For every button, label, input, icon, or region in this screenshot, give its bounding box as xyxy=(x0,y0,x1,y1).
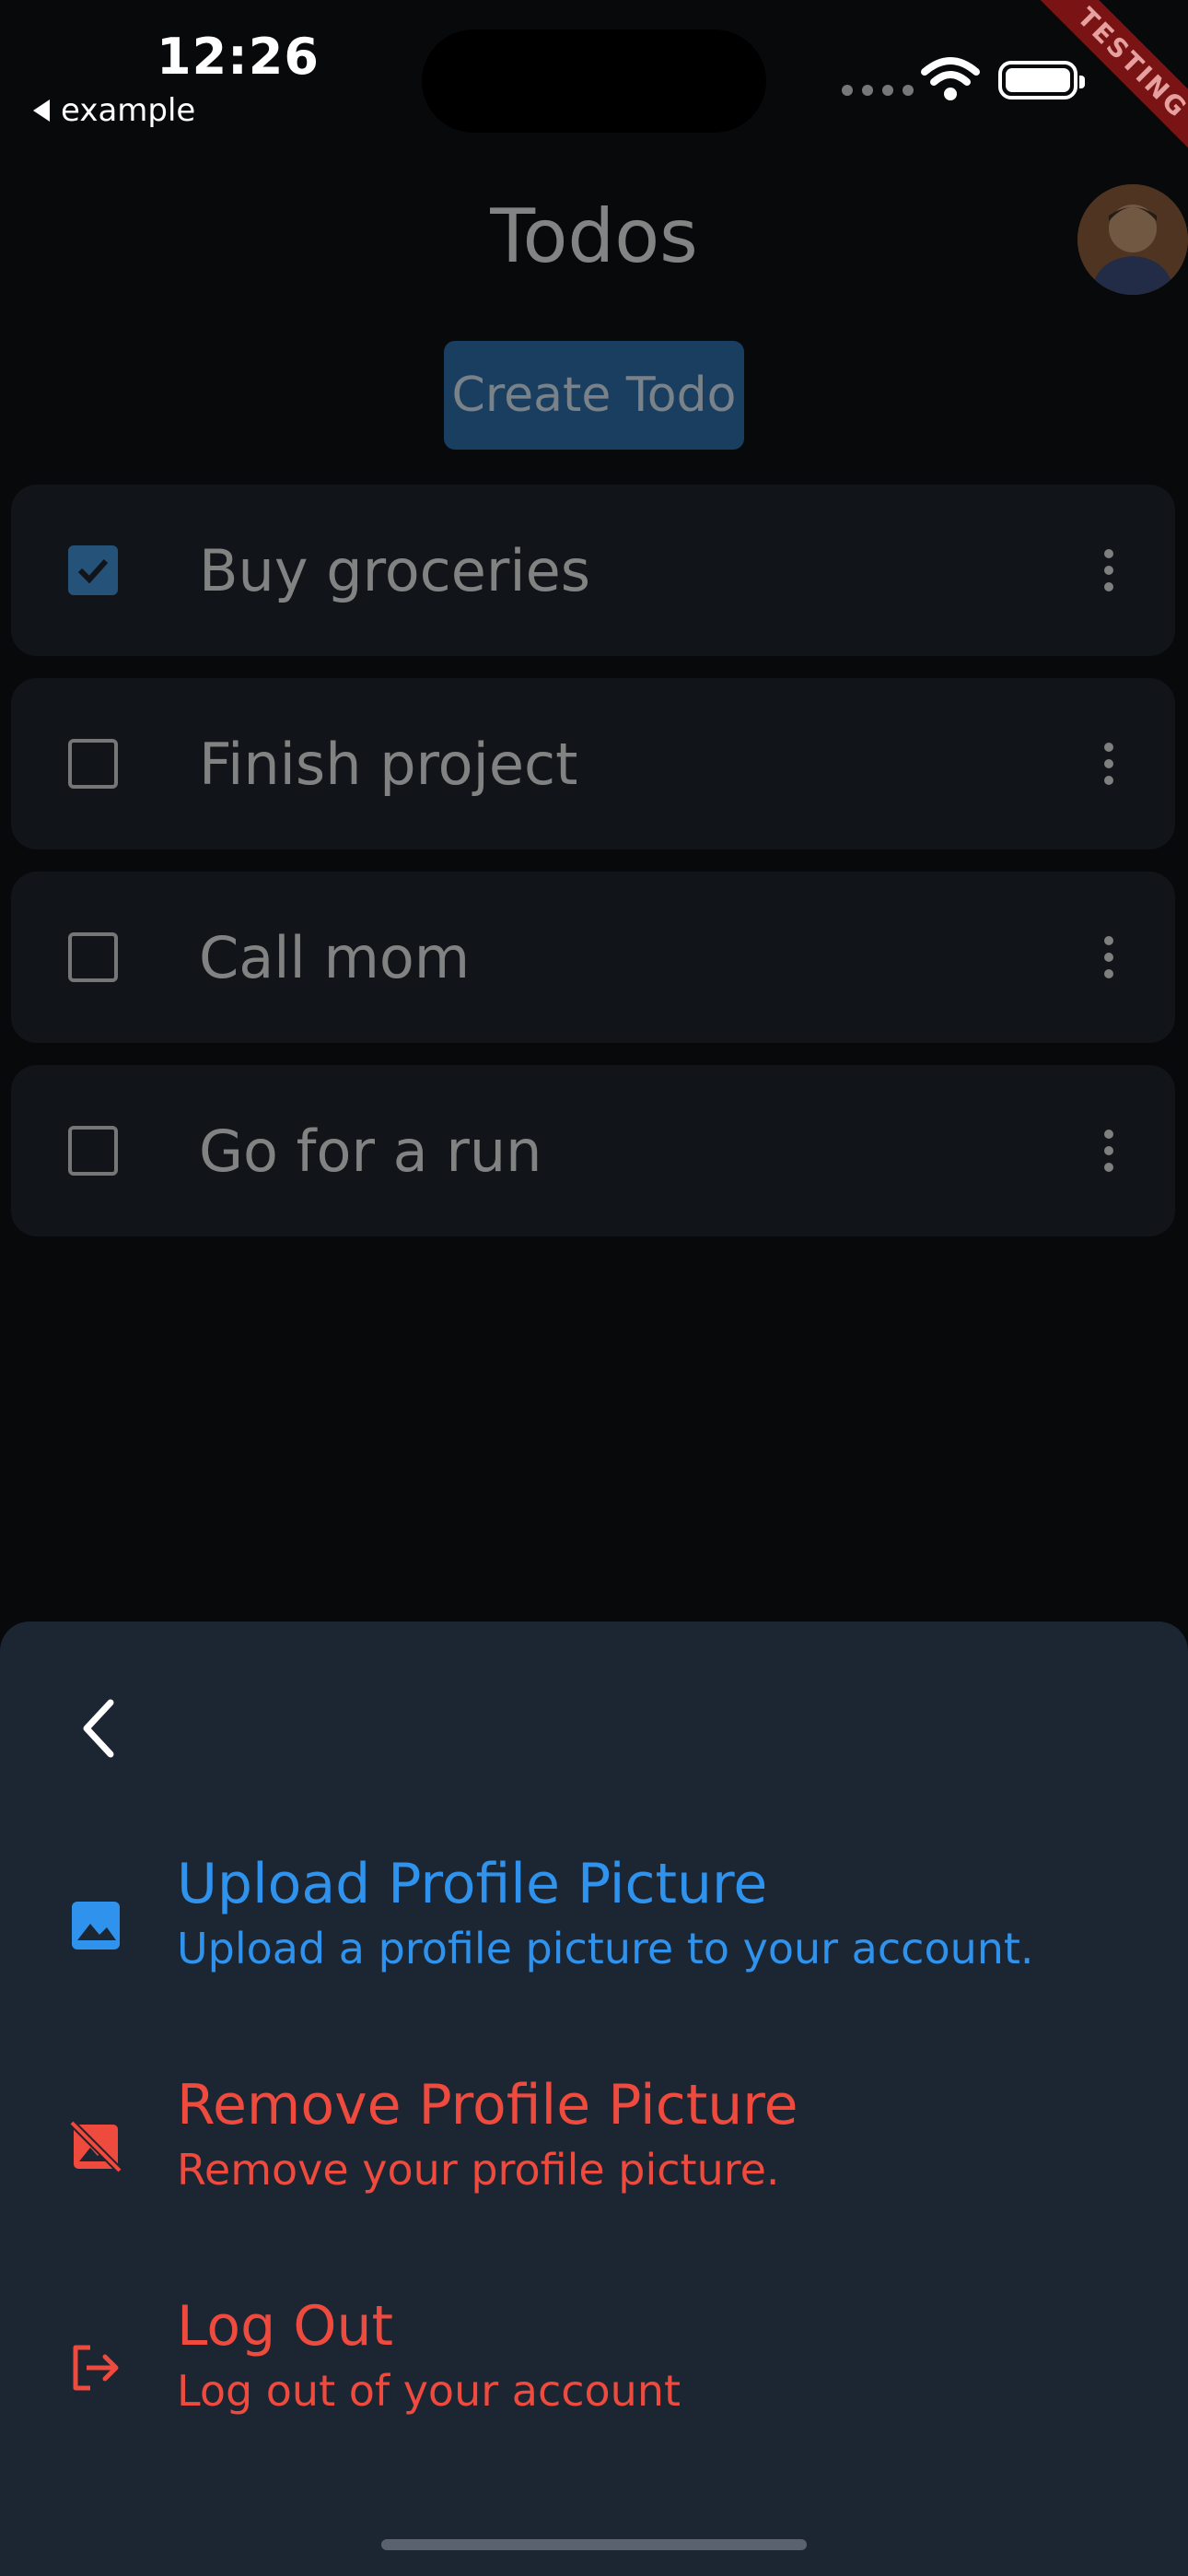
logout-icon xyxy=(73,2345,119,2391)
testing-ribbon: TESTING xyxy=(1022,0,1188,166)
status-time: 12:26 xyxy=(157,28,320,86)
option-subtitle: Log out of your account xyxy=(177,2366,681,2416)
profile-options-sheet: Upload Profile Picture Upload a profile … xyxy=(0,1622,1188,2576)
profile-avatar[interactable] xyxy=(1077,184,1188,295)
image-icon xyxy=(72,1902,120,1950)
back-triangle-icon xyxy=(33,100,50,122)
option-title: Remove Profile Picture xyxy=(177,2073,798,2137)
page-title: Todos xyxy=(490,193,698,279)
more-vert-icon[interactable] xyxy=(1098,936,1120,978)
todo-item[interactable]: Finish project xyxy=(11,678,1175,849)
cellular-signal-icon xyxy=(842,85,914,96)
todo-checkbox[interactable] xyxy=(68,545,118,595)
avatar-photo xyxy=(1077,184,1188,295)
todo-item[interactable]: Call mom xyxy=(11,872,1175,1043)
more-vert-icon[interactable] xyxy=(1098,549,1120,591)
option-subtitle: Remove your profile picture. xyxy=(177,2145,780,2195)
todo-checkbox[interactable] xyxy=(68,739,118,789)
more-vert-icon[interactable] xyxy=(1098,743,1120,785)
todo-checkbox[interactable] xyxy=(68,932,118,982)
option-subtitle: Upload a profile picture to your account… xyxy=(177,1924,1034,1973)
hide-image-icon xyxy=(69,2120,122,2173)
todo-checkbox[interactable] xyxy=(68,1126,118,1176)
todo-item[interactable]: Go for a run xyxy=(11,1065,1175,1236)
todo-item[interactable]: Buy groceries xyxy=(11,485,1175,656)
back-chevron-icon[interactable] xyxy=(74,1693,125,1763)
back-app-label: example xyxy=(61,92,196,129)
back-to-app-link[interactable]: example xyxy=(33,92,195,129)
testing-badge: TESTING xyxy=(1027,0,1188,166)
more-vert-icon[interactable] xyxy=(1098,1130,1120,1172)
remove-profile-picture-option[interactable]: Remove Profile Picture Remove your profi… xyxy=(0,2073,1188,2230)
create-todo-button[interactable]: Create Todo xyxy=(444,341,744,450)
todo-label: Call mom xyxy=(199,923,471,991)
option-title: Log Out xyxy=(177,2294,394,2359)
upload-profile-picture-option[interactable]: Upload Profile Picture Upload a profile … xyxy=(0,1852,1188,2008)
todo-label: Buy groceries xyxy=(199,536,591,604)
option-title: Upload Profile Picture xyxy=(177,1852,768,1916)
dynamic-island xyxy=(422,29,766,133)
checkmark-icon xyxy=(77,558,109,584)
log-out-option[interactable]: Log Out Log out of your account xyxy=(0,2294,1188,2451)
todo-label: Finish project xyxy=(199,730,578,798)
wifi-icon xyxy=(921,57,980,100)
home-indicator[interactable] xyxy=(381,2539,807,2550)
todo-label: Go for a run xyxy=(199,1117,542,1185)
